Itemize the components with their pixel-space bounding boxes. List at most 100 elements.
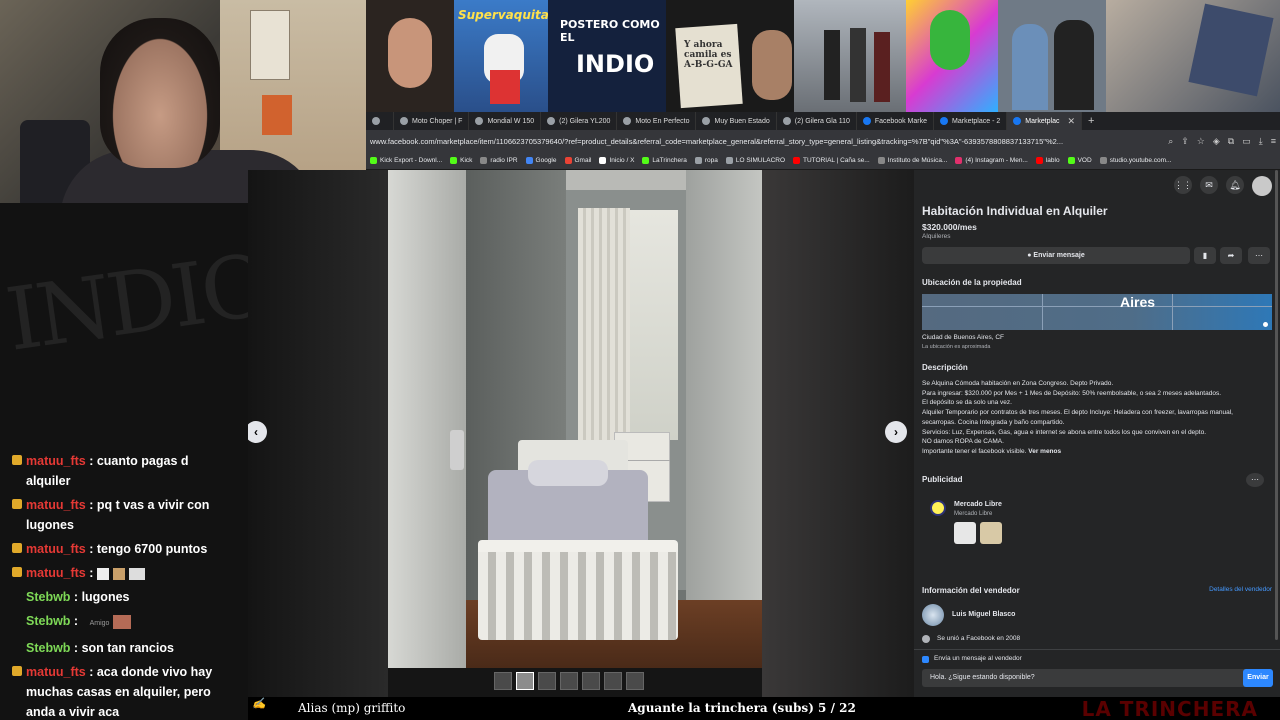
tab-active[interactable]: Marketplac ✕ (1007, 112, 1083, 130)
tab-item[interactable]: (2) Gilera YL200 (541, 112, 618, 130)
chat-username[interactable]: matuu_fts (26, 665, 86, 679)
bookmark-item[interactable]: Inicio / X (599, 157, 634, 164)
chat-username[interactable]: Stebwb (26, 590, 70, 604)
description-line: secarropas. Cocina Integrada y baño comp… (922, 418, 1065, 426)
seller-name[interactable]: Luis Miguel Blasco (952, 611, 1015, 618)
bookmark-item[interactable]: Gmail (564, 157, 591, 164)
listing-category[interactable]: Alquileres (922, 233, 951, 240)
seller-avatar[interactable] (922, 604, 944, 626)
avatar[interactable] (1252, 176, 1272, 196)
bookmark-item[interactable]: VOD (1067, 157, 1092, 164)
description-line: Se Alquina Cómoda habitación en Zona Con… (922, 380, 1114, 387)
photo-thumbnail-selected[interactable] (516, 672, 534, 690)
mercado-libre-logo-icon[interactable] (930, 500, 946, 516)
new-tab-icon[interactable]: + (1082, 115, 1100, 127)
photo-thumbnail[interactable] (560, 672, 578, 690)
chat-username[interactable]: matuu_fts (26, 454, 86, 468)
map-road (1172, 294, 1173, 330)
send-message-label: Enviar mensaje (1033, 252, 1085, 259)
chat-username[interactable]: matuu_fts (26, 542, 86, 556)
menu-icon[interactable]: ≡ (1271, 136, 1276, 147)
tab-item[interactable]: Facebook Marke (857, 112, 935, 130)
chat-username[interactable]: Stebwb (26, 641, 70, 655)
menu-grid-icon[interactable]: ⋮⋮ (1174, 176, 1192, 194)
save-button[interactable]: ▮ (1194, 247, 1216, 264)
thumb-indio-title: INDIO (576, 50, 655, 78)
bookmark-item[interactable]: (4) Instagram - Men... (955, 157, 1028, 164)
tab-label: Muy Buen Estado (714, 117, 770, 125)
url-field[interactable]: www.facebook.com/marketplace/item/110662… (370, 137, 1090, 146)
google-icon (525, 157, 533, 164)
x-icon (599, 157, 607, 164)
chat-username[interactable]: matuu_fts (26, 498, 86, 512)
tab-item[interactable]: Moto Choper | F (394, 112, 470, 130)
chevron-right-icon[interactable]: › (885, 421, 907, 443)
ad-image[interactable] (954, 522, 976, 544)
ad-name[interactable]: Mercado Libre (954, 501, 1002, 508)
bookmark-item[interactable]: lablo (1035, 157, 1060, 164)
tab-item[interactable]: Mondial W 150 (469, 112, 542, 130)
extensions-icon[interactable]: ⧉ (1228, 136, 1234, 147)
tab-partial[interactable] (366, 112, 394, 130)
bookmark-label: ropa (704, 157, 718, 164)
panel-scrollbar[interactable] (1275, 170, 1278, 640)
chat-emote-label: Amigo (89, 620, 110, 627)
seller-joined: Se unió a Facebook en 2008 (937, 635, 1021, 642)
chat-username[interactable]: matuu_fts (26, 566, 86, 580)
tab-item[interactable]: Marketplace - 2 (934, 112, 1008, 130)
location-approx-note: La ubicación es aproximada (922, 344, 991, 350)
share-icon[interactable]: ⇪ (1181, 136, 1189, 147)
see-less-link[interactable]: Ver menos (1028, 448, 1061, 455)
photo-thumbnail[interactable] (538, 672, 556, 690)
seller-details-link[interactable]: Detalles del vendedor (1209, 586, 1272, 593)
bookmark-item[interactable]: TUTORIAL | Caña se... (793, 157, 870, 164)
photo-thumbnail[interactable] (494, 672, 512, 690)
bookmark-item[interactable]: LaTrinchera (642, 157, 687, 164)
more-button[interactable]: ⋯ (1248, 247, 1270, 264)
bookmark-item[interactable]: radio IPR (480, 157, 518, 164)
location-map[interactable]: Aires (922, 294, 1272, 330)
bookmark-item[interactable]: ropa (694, 157, 718, 164)
bookmark-item[interactable]: Instituto de Música... (877, 157, 947, 164)
tab-item[interactable]: (2) Gilera Gla 110 (777, 112, 857, 130)
send-message-button[interactable]: ● Enviar mensaje (922, 247, 1190, 264)
bookmark-item[interactable]: Kick (450, 157, 472, 164)
ad-image[interactable] (980, 522, 1002, 544)
bookmark-item[interactable]: studio.youtube.com... (1099, 157, 1171, 164)
browser-tab-bar: Moto Choper | F Mondial W 150 (2) Gilera… (366, 112, 1280, 130)
browser-toolbar: ⌕ ⇪ ☆ ◈ ⧉ ▭ ⤓ ≡ (1168, 136, 1276, 147)
sidebar-icon[interactable]: ▭ (1242, 136, 1251, 147)
ads-more-icon[interactable]: ⋯ (1246, 473, 1264, 487)
bookmark-item[interactable]: Google (525, 157, 557, 164)
star-icon[interactable]: ☆ (1197, 136, 1205, 147)
chat-text: lugones (81, 590, 130, 604)
tab-item[interactable]: Moto En Perfecto (617, 112, 697, 130)
photo-thumbnail[interactable] (604, 672, 622, 690)
chat-username[interactable]: Stebwb (26, 614, 70, 628)
close-tab-icon[interactable]: ✕ (1068, 116, 1076, 127)
seller-info-title: Información del vendedor (922, 586, 1020, 595)
tab-item[interactable]: Muy Buen Estado (696, 112, 777, 130)
messenger-icon[interactable]: ✉ (1200, 176, 1218, 194)
bookmark-item[interactable]: Kick Export - Downl... (370, 157, 442, 164)
brave-shield-icon[interactable]: ◈ (1213, 136, 1220, 147)
bookmark-label: (4) Instagram - Men... (965, 157, 1028, 164)
share-button[interactable]: ➦ (1220, 247, 1242, 264)
bell-icon[interactable]: 🔔︎ (1226, 176, 1244, 194)
kick-icon (1067, 157, 1075, 164)
checkbox-icon[interactable] (922, 656, 929, 663)
bookmark-item[interactable]: LO SIMULACRO (725, 157, 785, 164)
listing-photo[interactable] (388, 170, 762, 668)
message-input[interactable]: Hola. ¿Sigue estando disponible? (922, 669, 1248, 687)
thumb-note: Y ahora camila es A-B-G-GA (666, 0, 794, 112)
search-icon[interactable]: ⌕ (1168, 136, 1173, 147)
tab-favicon (372, 117, 380, 125)
download-icon[interactable]: ⤓ (1259, 136, 1263, 147)
facebook-icon (1013, 117, 1022, 125)
facebook-icon (862, 117, 871, 125)
photo-thumbnail[interactable] (626, 672, 644, 690)
send-button[interactable]: Enviar (1243, 669, 1273, 687)
thumb-indio: POSTERO COMO EL INDIO (548, 0, 666, 112)
photo-thumbnail[interactable] (582, 672, 600, 690)
bookmarks-bar: Kick Export - Downl... Kick radio IPR Go… (366, 152, 1280, 170)
